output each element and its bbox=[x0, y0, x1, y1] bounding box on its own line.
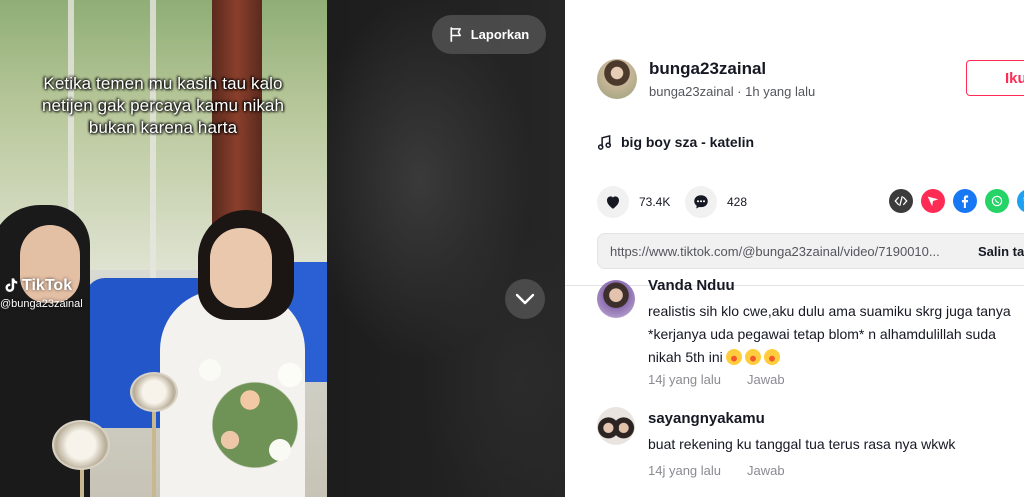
comment-stat[interactable]: 428 bbox=[685, 186, 747, 218]
whatsapp-share-button[interactable] bbox=[985, 189, 1009, 213]
comment-item: sayangnyakamu buat rekening ku tanggal t… bbox=[597, 405, 1017, 497]
video-link-box: https://www.tiktok.com/@bunga23zainal/vi… bbox=[597, 233, 1024, 269]
next-video-button[interactable] bbox=[505, 279, 545, 319]
comment-item: Vanda Nduu realistis sih klo cwe,aku dul… bbox=[597, 270, 1017, 400]
comment-time: 14j yang lalu bbox=[648, 463, 721, 478]
embed-share-button[interactable] bbox=[889, 189, 913, 213]
video-scene-candle-stem bbox=[152, 400, 156, 497]
reply-button[interactable]: Jawab bbox=[747, 372, 785, 387]
comment-bubble-icon bbox=[694, 195, 708, 209]
like-stat[interactable]: 73.4K bbox=[597, 186, 670, 218]
video-link-url[interactable]: https://www.tiktok.com/@bunga23zainal/vi… bbox=[610, 244, 960, 259]
commenter-avatar[interactable] bbox=[597, 407, 635, 445]
follow-button[interactable]: Iku bbox=[966, 60, 1024, 96]
reply-button[interactable]: Jawab bbox=[747, 463, 785, 478]
facebook-icon bbox=[961, 195, 969, 208]
report-button[interactable]: Laporkan bbox=[432, 15, 546, 54]
like-button[interactable] bbox=[597, 186, 629, 218]
comment-button[interactable] bbox=[685, 186, 717, 218]
video-scene-face bbox=[210, 228, 272, 308]
heart-icon bbox=[607, 196, 619, 209]
video-player[interactable]: Ketika temen mu kasih tau kalo netijen g… bbox=[0, 0, 327, 497]
tiktok-watermark-text: TikTok bbox=[22, 276, 73, 294]
twitter-share-button[interactable] bbox=[1017, 189, 1024, 213]
flag-icon bbox=[450, 27, 461, 42]
send-icon bbox=[927, 196, 939, 207]
like-count: 73.4K bbox=[639, 195, 671, 209]
comment-text-body: realistis sih klo cwe,aku dulu ama suami… bbox=[648, 303, 1011, 365]
whatsapp-icon bbox=[991, 195, 1003, 207]
send-share-button[interactable] bbox=[921, 189, 945, 213]
tiktok-video-page: Ketika temen mu kasih tau kalo netijen g… bbox=[0, 0, 1024, 497]
commenter-name[interactable]: sayangnyakamu bbox=[648, 410, 765, 427]
report-button-label: Laporkan bbox=[470, 27, 530, 42]
commenter-avatar[interactable] bbox=[597, 280, 635, 318]
video-pane: Ketika temen mu kasih tau kalo netijen g… bbox=[0, 0, 565, 497]
author-username[interactable]: bunga23zainal bbox=[649, 59, 766, 79]
comment-text: buat rekening ku tanggal tua terus rasa … bbox=[648, 436, 956, 452]
commenter-name[interactable]: Vanda Nduu bbox=[648, 277, 735, 294]
music-note-icon bbox=[597, 134, 611, 150]
laughing-emoji-icon bbox=[763, 349, 780, 365]
laughing-emoji-icon bbox=[725, 349, 742, 365]
video-info-pane: bunga23zainal bunga23zainal · 1h yang la… bbox=[565, 0, 1024, 497]
video-scene-flowers bbox=[180, 330, 327, 497]
music-row[interactable]: big boy sza - katelin bbox=[597, 134, 754, 150]
comment-text: realistis sih klo cwe,aku dulu ama suami… bbox=[648, 300, 1018, 369]
video-scene-candle bbox=[130, 372, 178, 412]
comment-time: 14j yang lalu bbox=[648, 372, 721, 387]
comment-count: 428 bbox=[727, 195, 748, 209]
chevron-down-icon bbox=[515, 293, 535, 305]
comment-meta: 14j yang lalu Jawab bbox=[648, 463, 785, 478]
copy-link-button[interactable]: Salin ta bbox=[978, 234, 1024, 268]
facebook-share-button[interactable] bbox=[953, 189, 977, 213]
tiktok-watermark-handle: @bunga23zainal bbox=[0, 298, 83, 310]
video-caption-overlay: Ketika temen mu kasih tau kalo netijen g… bbox=[41, 74, 285, 137]
comment-meta: 14j yang lalu Jawab bbox=[648, 372, 785, 387]
video-scene-mullion bbox=[150, 0, 156, 280]
tiktok-note-icon bbox=[5, 278, 18, 292]
music-title: big boy sza - katelin bbox=[621, 134, 755, 150]
video-scene-candle bbox=[52, 420, 110, 470]
laughing-emoji-icon bbox=[744, 349, 761, 365]
author-avatar[interactable] bbox=[597, 59, 637, 99]
tiktok-watermark: TikTok bbox=[2, 276, 72, 295]
embed-code-icon bbox=[894, 195, 908, 207]
author-subline: bunga23zainal · 1h yang lalu bbox=[649, 84, 816, 99]
